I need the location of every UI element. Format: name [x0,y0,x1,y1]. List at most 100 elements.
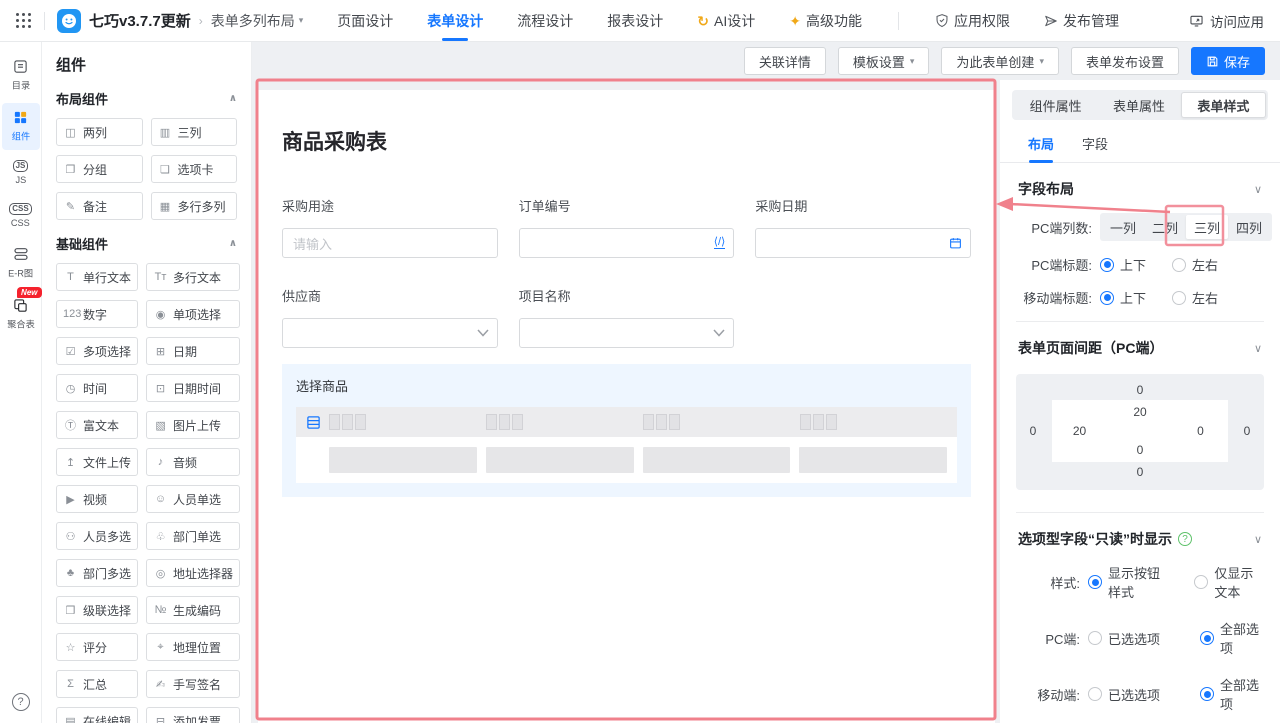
field-order-number[interactable]: 订单编号 ⟨/⟩ [519,196,735,258]
component-item[interactable]: ◉ 单项选择 [146,300,240,328]
project-name-select[interactable] [519,318,735,348]
nav-report-design[interactable]: 报表设计 [607,0,663,41]
component-item[interactable]: ▤ 在线编辑 [56,707,138,723]
template-settings-button[interactable]: 模板设置 ▾ [838,47,930,75]
rail-item-components[interactable]: 组件 [2,103,40,150]
component-item[interactable]: ⊟ 添加发票 [146,707,240,723]
option-four-columns[interactable]: 四列 [1228,215,1270,239]
component-item[interactable]: ♪ 音频 [146,448,240,476]
breadcrumb[interactable]: 表单多列布局 ▾ [211,11,304,31]
component-item[interactable]: Σ 汇总 [56,670,138,698]
rail-item-css[interactable]: CSS CSS [2,197,40,236]
component-item[interactable]: № 生成编码 [146,596,240,624]
component-item[interactable]: ▦ 多行多列 [151,192,238,220]
component-item[interactable]: ↥ 文件上传 [56,448,138,476]
nav-form-design[interactable]: 表单设计 [427,0,483,41]
nav-flow-design[interactable]: 流程设计 [517,0,573,41]
component-item[interactable]: ⌖ 地理位置 [146,633,240,661]
help-icon[interactable]: ? [12,693,30,711]
basic-group-header[interactable]: 基础组件 ∧ [56,234,237,253]
sub-tab-fields[interactable]: 字段 [1082,134,1108,162]
create-from-form-button[interactable]: 为此表单创建 ▾ [941,47,1059,75]
component-item[interactable]: ▧ 图片上传 [146,411,240,439]
tab-form-style[interactable]: 表单样式 [1181,92,1266,118]
layout-group-header[interactable]: 布局组件 ∧ [56,89,237,108]
padding-top-value[interactable]: 20 [1052,402,1228,422]
product-select-section[interactable]: 选择商品 [282,364,971,497]
related-detail-button[interactable]: 关联详情 [744,47,826,75]
component-item[interactable]: ⊡ 日期时间 [146,374,240,402]
padding-bottom-value[interactable]: 0 [1052,440,1228,460]
radio-pc-all-options[interactable]: 全部选项 [1200,619,1264,657]
page-spacing-section-header[interactable]: 表单页面间距（PC端） ∨ [1016,322,1264,372]
rail-item-directory[interactable]: 目录 [2,52,40,99]
nav-page-design[interactable]: 页面设计 [337,0,393,41]
form-title[interactable]: 商品采购表 [282,126,971,156]
code-input[interactable]: ⟨/⟩ [519,228,735,258]
component-item[interactable]: Tᴛ 多行文本 [146,263,240,291]
field-supplier[interactable]: 供应商 [282,286,498,348]
help-circle-icon[interactable]: ? [1178,532,1192,546]
field-purchase-date[interactable]: 采购日期 [755,196,971,258]
component-item[interactable]: ▥ 三列 [151,118,238,146]
app-launcher-icon[interactable] [16,13,32,29]
margin-right-value[interactable]: 0 [1230,424,1264,438]
form-sheet[interactable]: 商品采购表 采购用途 请输入 订单编号 ⟨/ [258,90,995,723]
component-item[interactable]: ☺ 人员单选 [146,485,240,513]
radio-pc-selected-options[interactable]: 已选选项 [1088,629,1174,648]
date-input[interactable] [755,228,971,258]
component-item[interactable]: ♧ 部门单选 [146,522,240,550]
readonly-display-section-header[interactable]: 选项型字段“只读”时显示 ? ∨ [1016,513,1264,563]
nav-app-permissions[interactable]: 应用权限 [935,0,1010,41]
component-item[interactable]: ✎ 备注 [56,192,143,220]
padding-right-value[interactable]: 0 [1173,424,1228,438]
radio-mobile-title-vertical[interactable]: 上下 [1100,288,1146,307]
tab-form-props[interactable]: 表单属性 [1097,92,1180,118]
field-purchase-purpose[interactable]: 采购用途 请输入 [282,196,498,258]
component-item[interactable]: Ⓣ 富文本 [56,411,138,439]
radio-mobile-all-options[interactable]: 全部选项 [1200,675,1264,713]
radio-mobile-selected-options[interactable]: 已选选项 [1088,685,1174,704]
sub-tab-layout[interactable]: 布局 [1028,134,1054,162]
component-item[interactable]: ♣ 部门多选 [56,559,138,587]
padding-left-value[interactable]: 20 [1052,424,1107,438]
field-project-name[interactable]: 项目名称 [519,286,735,348]
component-item[interactable]: ❒ 级联选择 [56,596,138,624]
margin-bottom-value[interactable]: 0 [1016,462,1264,482]
component-item[interactable]: ▶ 视频 [56,485,138,513]
table-select-icon[interactable] [306,415,321,430]
component-item[interactable]: T 单行文本 [56,263,138,291]
radio-mobile-title-horizontal[interactable]: 左右 [1172,288,1218,307]
component-item[interactable]: ⚇ 人员多选 [56,522,138,550]
component-item[interactable]: ☆ 评分 [56,633,138,661]
form-publish-settings-button[interactable]: 表单发布设置 [1071,47,1179,75]
radio-pc-title-vertical[interactable]: 上下 [1100,255,1146,274]
text-input[interactable]: 请输入 [282,228,498,258]
nav-publish-management[interactable]: 发布管理 [1044,0,1119,41]
component-item[interactable]: 123 数字 [56,300,138,328]
visit-app-button[interactable]: 访问应用 [1189,11,1264,31]
option-two-columns[interactable]: 二列 [1144,215,1186,239]
rail-item-er-diagram[interactable]: E-R图 [2,240,40,287]
tab-component-props[interactable]: 组件属性 [1014,92,1097,118]
supplier-select[interactable] [282,318,498,348]
rail-item-js[interactable]: JS JS [2,154,40,193]
component-item[interactable]: ◎ 地址选择器 [146,559,240,587]
rail-item-aggregate-table[interactable]: New 聚合表 [2,291,40,338]
margin-top-value[interactable]: 0 [1016,380,1264,400]
component-item[interactable]: ☑ 多项选择 [56,337,138,365]
margin-left-value[interactable]: 0 [1016,424,1050,438]
option-three-columns[interactable]: 三列 [1186,215,1228,239]
save-button[interactable]: 保存 [1191,47,1265,75]
radio-show-button-style[interactable]: 显示按钮样式 [1088,563,1168,601]
component-item[interactable]: ⊞ 日期 [146,337,240,365]
nav-ai-design[interactable]: ↻ AI设计 [697,0,755,41]
radio-text-only[interactable]: 仅显示文本 [1194,563,1264,601]
component-item[interactable]: ❐ 分组 [56,155,143,183]
component-item[interactable]: ✍ 手写签名 [146,670,240,698]
radio-pc-title-horizontal[interactable]: 左右 [1172,255,1218,274]
component-item[interactable]: ◷ 时间 [56,374,138,402]
component-item[interactable]: ◫ 两列 [56,118,143,146]
option-one-column[interactable]: 一列 [1102,215,1144,239]
nav-advanced-features[interactable]: ✦ 高级功能 [789,0,862,41]
